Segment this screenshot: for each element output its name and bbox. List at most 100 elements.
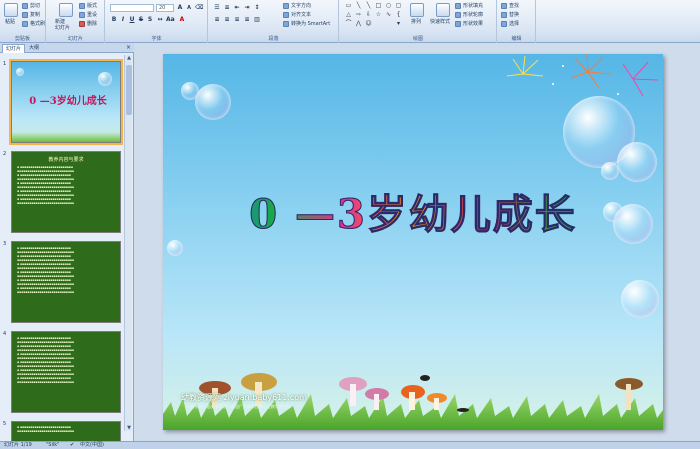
slide-title[interactable]: 0 —3岁幼儿成长 <box>203 182 623 240</box>
justify-button[interactable]: ≡ <box>243 16 251 24</box>
decrease-indent-button[interactable]: ⇤ <box>233 4 241 12</box>
rounded-rect-shape-icon[interactable]: ▢ <box>394 2 403 10</box>
scissors-icon <box>22 3 28 9</box>
current-slide[interactable]: 0 —3岁幼儿成长 幼教资源网 ziyuan.baby611.com 与好教师一… <box>163 54 663 430</box>
align-center-button[interactable]: ≡ <box>223 16 231 24</box>
shape-outline-button[interactable]: 形状轮廓 <box>455 12 483 18</box>
font-color-button[interactable]: A <box>178 16 186 24</box>
thumb-number: 2 <box>3 151 7 157</box>
brace-shape-icon[interactable]: { <box>394 11 403 19</box>
rect-shape-icon[interactable]: □ <box>374 2 383 10</box>
thumb-text-lines: ▪ ▪▪▪▪▪▪▪▪▪▪▪▪▪▪▪▪▪▪▪▪▪▪▪▪▪▪▪▪▪▪▪▪▪▪▪▪▪▪… <box>17 336 74 384</box>
arrow-down-shape-icon[interactable]: ⇩ <box>364 11 373 19</box>
columns-button[interactable]: ▥ <box>253 16 261 24</box>
numbering-button[interactable]: ≡ <box>223 4 231 12</box>
layout-label: 版式 <box>87 3 98 9</box>
line-shape-icon-2[interactable]: ╲ <box>364 2 373 10</box>
quick-styles-icon[interactable] <box>436 3 450 17</box>
line-spacing-button[interactable]: ↕ <box>253 4 261 12</box>
select-button[interactable]: 选择 <box>501 21 519 27</box>
smartart-button[interactable]: 转换为 SmartArt <box>283 21 330 27</box>
bullets-button[interactable]: ☰ <box>213 4 221 12</box>
shape-effects-button[interactable]: 形状效果 <box>455 21 483 27</box>
bubble-decoration <box>167 240 183 256</box>
underline-button[interactable]: U <box>128 16 136 24</box>
thumb-number: 1 <box>3 61 7 67</box>
thumb-text-lines: ▪ ▪▪▪▪▪▪▪▪▪▪▪▪▪▪▪▪▪▪▪▪▪▪▪▪▪▪▪▪▪▪▪▪▪▪▪▪▪▪… <box>17 425 74 433</box>
more-shapes-icon[interactable]: ▾ <box>394 20 403 28</box>
bold-button[interactable]: B <box>110 16 118 24</box>
replace-button[interactable]: 替换 <box>501 12 519 18</box>
cut-button[interactable]: 剪切 <box>22 3 40 9</box>
line-shape-icon[interactable]: ╲ <box>354 2 363 10</box>
bubble-decoration <box>181 82 199 100</box>
spellcheck-icon[interactable]: ✔ <box>70 442 74 449</box>
layout-button[interactable]: 版式 <box>79 3 97 9</box>
panel-scrollbar[interactable]: ▲ ▼ <box>124 55 132 431</box>
reset-button[interactable]: 重设 <box>79 12 97 18</box>
font-name-select[interactable] <box>110 4 154 12</box>
slide-canvas: 0 —3岁幼儿成长 幼教资源网 ziyuan.baby611.com 与好教师一… <box>135 43 700 441</box>
align-left-button[interactable]: ≡ <box>213 16 221 24</box>
language-indicator[interactable]: 中文(中国) <box>80 442 104 449</box>
slide-thumbnail-5[interactable]: ▪ ▪▪▪▪▪▪▪▪▪▪▪▪▪▪▪▪▪▪▪▪▪▪▪▪▪ ▪▪▪▪▪▪▪▪▪▪▪▪▪… <box>11 421 121 441</box>
arrange-icon[interactable] <box>410 3 424 17</box>
shadow-button[interactable]: S <box>146 16 154 24</box>
italic-button[interactable]: I <box>119 16 127 24</box>
format-painter-button[interactable]: 格式刷 <box>22 21 45 27</box>
shape-effects-label: 形状效果 <box>463 21 484 27</box>
thumb-title: 教养内容与要求 <box>48 157 84 163</box>
triangle-shape-icon[interactable]: △ <box>344 11 353 19</box>
oval-shape-icon[interactable]: ○ <box>384 2 393 10</box>
new-slide-button[interactable]: 新建 幻灯片 <box>55 19 70 31</box>
thumb-number: 4 <box>3 331 7 337</box>
slide-thumbnail-2[interactable]: 教养内容与要求 ▪ ▪▪▪▪▪▪▪▪▪▪▪▪▪▪▪▪▪▪▪▪▪▪▪▪▪▪ ▪▪▪▪… <box>11 151 121 233</box>
bubble-decoration <box>621 280 659 318</box>
editing-group: 查找 替换 选择 编辑 <box>498 0 536 43</box>
arrange-button[interactable]: 排列 <box>411 19 421 25</box>
find-button[interactable]: 查找 <box>501 3 519 9</box>
drawing-group-label: 绘图 <box>412 36 423 42</box>
delete-icon <box>79 21 85 27</box>
strikethrough-button[interactable]: S <box>137 16 145 24</box>
copy-button[interactable]: 复制 <box>22 12 40 18</box>
scroll-down-icon[interactable]: ▼ <box>126 425 132 431</box>
slide-thumbnail-4[interactable]: ▪ ▪▪▪▪▪▪▪▪▪▪▪▪▪▪▪▪▪▪▪▪▪▪▪▪▪ ▪▪▪▪▪▪▪▪▪▪▪▪▪… <box>11 331 121 413</box>
paste-icon[interactable] <box>4 3 18 17</box>
reset-icon <box>79 12 85 18</box>
textbox-shape-icon[interactable]: ▭ <box>344 2 353 10</box>
bubble-decoration <box>195 84 231 120</box>
align-text-button[interactable]: 对齐文本 <box>283 12 311 18</box>
increase-indent-button[interactable]: ⇥ <box>243 4 251 12</box>
tab-slides[interactable]: 幻灯片 <box>2 44 26 53</box>
clear-format-button[interactable]: ⌫ <box>195 4 203 12</box>
arrow-right-shape-icon[interactable]: ⇨ <box>354 11 363 19</box>
delete-button[interactable]: 删除 <box>79 21 97 27</box>
spacing-button[interactable]: ↔ <box>156 16 164 24</box>
bracket-shape-icon[interactable]: ⌒ <box>344 20 353 28</box>
slide-thumbnail-1[interactable]: 0 —3岁幼儿成长 <box>9 59 123 145</box>
quick-styles-button[interactable]: 快速样式 <box>430 19 450 25</box>
effects-icon <box>455 21 461 27</box>
grow-font-button[interactable]: A <box>176 4 184 12</box>
curve-shape-icon[interactable]: ∿ <box>384 11 393 19</box>
text-direction-button[interactable]: 文字方向 <box>283 3 311 9</box>
slide-thumbnail-3[interactable]: ▪ ▪▪▪▪▪▪▪▪▪▪▪▪▪▪▪▪▪▪▪▪▪▪▪▪▪ ▪▪▪▪▪▪▪▪▪▪▪▪▪… <box>11 241 121 323</box>
scroll-up-icon[interactable]: ▲ <box>126 55 132 61</box>
zigzag-shape-icon[interactable]: ⋀ <box>354 20 363 28</box>
copy-icon <box>22 12 28 18</box>
star-shape-icon[interactable]: ☆ <box>374 11 383 19</box>
close-icon[interactable]: × <box>126 44 131 52</box>
replace-label: 替换 <box>509 12 520 18</box>
smile-shape-icon[interactable]: ☺ <box>364 20 373 28</box>
font-size-select[interactable]: 20 <box>156 4 174 12</box>
shape-fill-button[interactable]: 形状填充 <box>455 3 483 9</box>
change-case-button[interactable]: Aa <box>166 16 175 24</box>
delete-label: 删除 <box>87 21 98 27</box>
paste-button[interactable]: 粘贴 <box>5 19 15 25</box>
shrink-font-button[interactable]: A <box>185 4 193 12</box>
tab-outline[interactable]: 大纲 <box>26 44 42 53</box>
align-right-button[interactable]: ≡ <box>233 16 241 24</box>
new-slide-icon[interactable] <box>59 3 73 17</box>
scroll-thumb[interactable] <box>126 65 132 115</box>
